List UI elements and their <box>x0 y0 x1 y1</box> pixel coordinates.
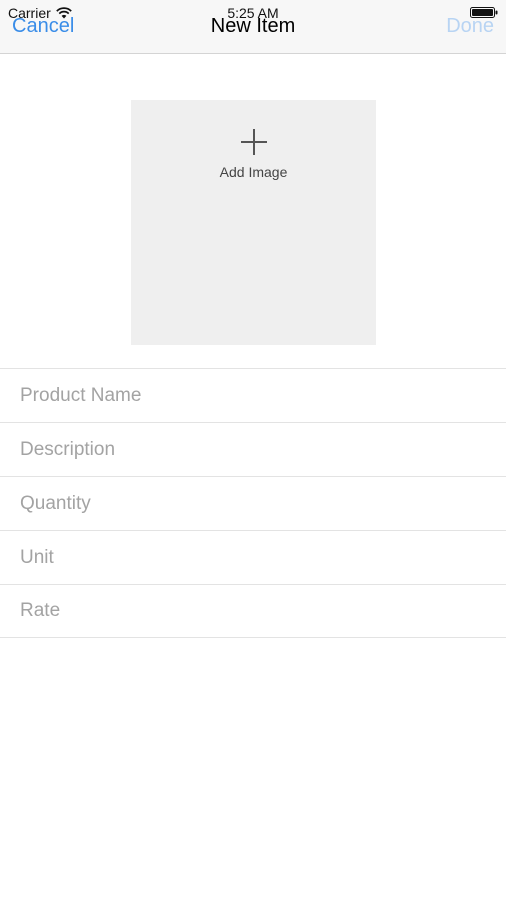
plus-icon <box>240 129 267 155</box>
product-name-field[interactable] <box>20 384 480 407</box>
description-row <box>0 422 506 476</box>
done-button[interactable]: Done <box>446 15 494 38</box>
unit-field[interactable] <box>20 546 480 569</box>
cancel-button[interactable]: Cancel <box>12 15 74 38</box>
product-name-row <box>0 368 506 422</box>
quantity-field[interactable] <box>20 492 480 515</box>
quantity-row <box>0 476 506 530</box>
add-image-label: Add Image <box>219 164 288 180</box>
status-time: 5:25 AM <box>227 5 279 21</box>
description-field[interactable] <box>20 438 480 461</box>
rate-row <box>0 584 506 638</box>
unit-row <box>0 530 506 584</box>
add-image-button[interactable]: Add Image <box>131 100 376 345</box>
navigation-bar: Carrier 5:25 AM Cancel New Item Done <box>0 0 506 54</box>
rate-field[interactable] <box>20 600 480 622</box>
item-form <box>0 368 506 638</box>
